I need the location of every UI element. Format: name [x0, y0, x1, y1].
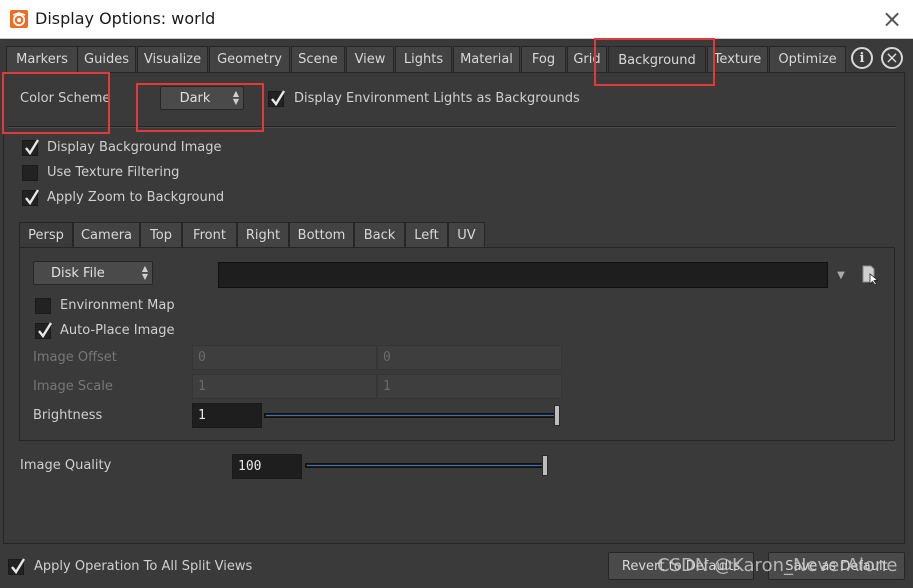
display-bg-image-checkbox[interactable]	[22, 139, 40, 156]
checkmark-icon	[25, 139, 40, 156]
apply-all-split-label: Apply Operation To All Split Views	[34, 559, 253, 574]
view-tab-front[interactable]: Front	[182, 222, 237, 247]
source-dropdown[interactable]: Disk File ▲ ▼	[33, 261, 153, 285]
close-button[interactable]: ×	[878, 6, 906, 32]
tab-fog[interactable]: Fog	[521, 46, 566, 72]
brightness-slider-handle[interactable]	[554, 405, 560, 426]
image-offset-x-field[interactable]: 0	[192, 345, 377, 370]
view-tab-uv[interactable]: UV	[448, 222, 485, 247]
tab-texture[interactable]: Texture	[707, 46, 768, 72]
image-offset-label: Image Offset	[33, 350, 117, 365]
tab-guides[interactable]: Guides	[77, 46, 136, 72]
checkmark-icon	[38, 322, 53, 339]
apply-all-split-checkbox[interactable]	[8, 558, 26, 575]
tab-optimize[interactable]: Optimize	[769, 46, 846, 72]
brightness-field[interactable]: 1	[192, 403, 262, 428]
image-offset-y-field[interactable]: 0	[377, 345, 562, 370]
watermark: CSDN @Karon_NeverAlone	[657, 555, 898, 576]
auto-place-label: Auto-Place Image	[60, 323, 175, 338]
apply-zoom-checkbox[interactable]	[22, 189, 40, 206]
use-texture-filtering-label: Use Texture Filtering	[47, 165, 180, 180]
environment-map-checkbox[interactable]	[35, 298, 51, 314]
display-env-lights-checkbox[interactable]	[268, 90, 286, 107]
brightness-label: Brightness	[33, 408, 103, 423]
view-tab-back[interactable]: Back	[354, 222, 405, 247]
view-tab-right[interactable]: Right	[237, 222, 289, 247]
annotation-box-color-scheme-label	[2, 72, 110, 134]
source-value: Disk File	[51, 265, 105, 281]
file-history-dropdown[interactable]: ▼	[830, 262, 852, 288]
chevron-down-icon: ▼	[837, 269, 845, 281]
brightness-slider-track[interactable]	[264, 413, 560, 418]
help-icon: i	[859, 50, 865, 66]
help-button[interactable]: i	[851, 47, 873, 69]
file-path-input[interactable]	[218, 262, 828, 288]
display-env-lights-label: Display Environment Lights as Background…	[294, 91, 580, 106]
view-tab-bottom[interactable]: Bottom	[289, 222, 354, 247]
tab-visualize[interactable]: Visualize	[137, 46, 208, 72]
environment-map-label: Environment Map	[60, 298, 175, 313]
file-browse-icon	[862, 265, 879, 286]
image-quality-slider-fill	[307, 465, 546, 466]
checkmark-icon	[11, 558, 26, 575]
view-tab-top[interactable]: Top	[140, 222, 182, 247]
close-icon: ×	[881, 5, 903, 33]
view-tab-left[interactable]: Left	[405, 222, 448, 247]
image-scale-x-field[interactable]: 1	[192, 374, 377, 399]
tab-scene[interactable]: Scene	[291, 46, 345, 72]
tab-material[interactable]: Material	[453, 46, 520, 72]
brightness-slider-fill	[266, 415, 558, 416]
apply-zoom-label: Apply Zoom to Background	[47, 190, 225, 205]
annotation-box-background-tab	[594, 38, 715, 86]
auto-place-checkbox[interactable]	[35, 322, 53, 339]
tab-markers[interactable]: Markers	[6, 46, 78, 72]
spinner-arrows-icon: ▲ ▼	[141, 264, 149, 281]
file-browse-button[interactable]	[860, 264, 882, 286]
checkmark-icon	[271, 90, 286, 107]
image-quality-label: Image Quality	[20, 458, 112, 473]
houdini-logo-icon	[10, 10, 28, 28]
tab-view[interactable]: View	[346, 46, 394, 72]
close-circle-icon: ×	[885, 48, 899, 67]
checkmark-icon	[25, 189, 40, 206]
image-scale-y-field[interactable]: 1	[377, 374, 562, 399]
image-quality-field[interactable]: 100	[232, 454, 302, 479]
tab-lights[interactable]: Lights	[395, 46, 452, 72]
image-quality-slider-handle[interactable]	[542, 455, 548, 476]
image-quality-slider-track[interactable]	[305, 463, 548, 468]
view-tab-persp[interactable]: Persp	[19, 222, 73, 248]
close-panel-button[interactable]: ×	[881, 47, 903, 69]
view-tab-camera[interactable]: Camera	[73, 222, 140, 247]
window-title: Display Options: world	[35, 9, 216, 28]
annotation-box-color-scheme-dropdown	[136, 83, 264, 132]
use-texture-filtering-checkbox[interactable]	[22, 165, 38, 181]
tab-geometry[interactable]: Geometry	[209, 46, 290, 72]
display-bg-image-label: Display Background Image	[47, 140, 222, 155]
image-scale-label: Image Scale	[33, 379, 113, 394]
